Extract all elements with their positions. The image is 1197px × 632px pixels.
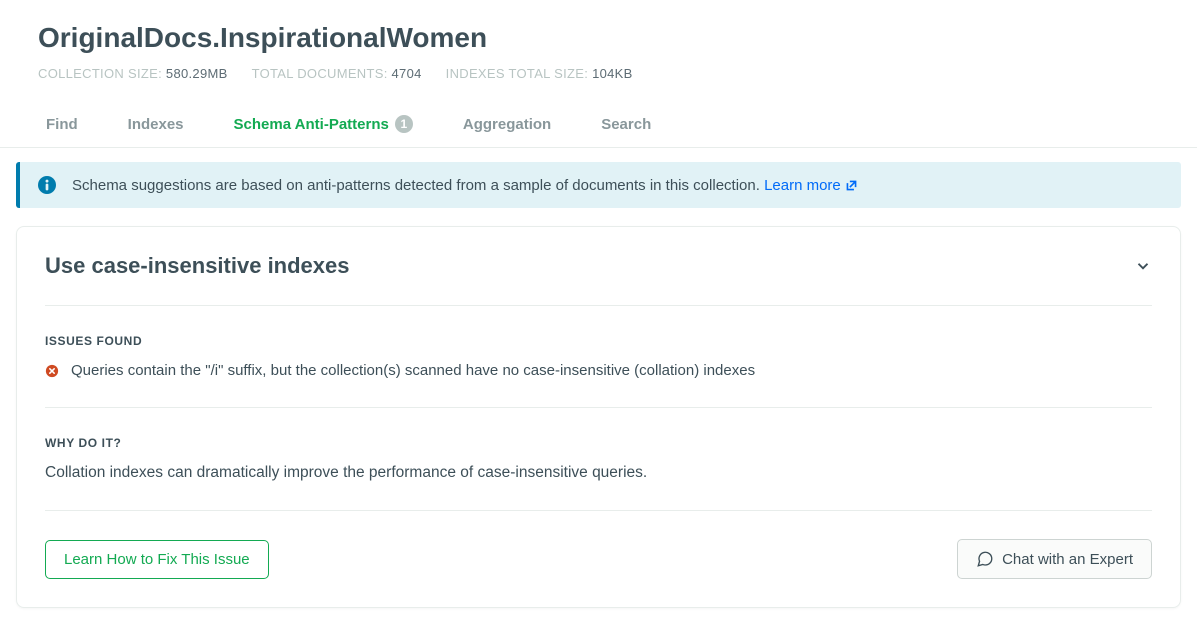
anti-pattern-card: Use case-insensitive indexes ISSUES FOUN… (16, 226, 1181, 608)
tab-search[interactable]: Search (601, 107, 651, 147)
info-icon (38, 176, 56, 194)
issues-label: ISSUES FOUND (45, 334, 1152, 348)
chat-expert-button[interactable]: Chat with an Expert (957, 539, 1152, 579)
why-section: WHY DO IT? Collation indexes can dramati… (45, 407, 1152, 510)
info-banner: Schema suggestions are based on anti-pat… (16, 162, 1181, 208)
collection-title: OriginalDocs.InspirationalWomen (38, 22, 1159, 54)
why-text: Collation indexes can dramatically impro… (45, 464, 1152, 490)
stat-total-documents: TOTAL DOCUMENTS: 4704 (252, 66, 422, 81)
issues-section: ISSUES FOUND Queries contain the "/i" su… (45, 305, 1152, 407)
issue-item: Queries contain the "/i" suffix, but the… (45, 362, 1152, 387)
anti-pattern-count-badge: 1 (395, 115, 413, 133)
page-header: OriginalDocs.InspirationalWomen COLLECTI… (0, 0, 1197, 107)
info-banner-text: Schema suggestions are based on anti-pat… (72, 177, 858, 194)
error-icon (45, 364, 59, 378)
why-label: WHY DO IT? (45, 436, 1152, 450)
tab-schema-anti-patterns[interactable]: Schema Anti-Patterns 1 (234, 107, 413, 147)
external-link-icon (845, 179, 858, 192)
stat-indexes-size: INDEXES TOTAL SIZE: 104KB (446, 66, 633, 81)
collection-stats: COLLECTION SIZE: 580.29MB TOTAL DOCUMENT… (38, 66, 1159, 81)
stat-collection-size: COLLECTION SIZE: 580.29MB (38, 66, 228, 81)
card-actions: Learn How to Fix This Issue Chat with an… (45, 510, 1152, 579)
tab-aggregation[interactable]: Aggregation (463, 107, 551, 147)
chat-icon (976, 550, 994, 568)
learn-fix-button[interactable]: Learn How to Fix This Issue (45, 540, 269, 579)
chevron-down-icon (1134, 257, 1152, 275)
card-title: Use case-insensitive indexes (45, 253, 350, 279)
tab-find[interactable]: Find (46, 107, 78, 147)
learn-more-link[interactable]: Learn more (764, 177, 858, 194)
issue-text: Queries contain the "/i" suffix, but the… (71, 362, 755, 379)
tab-indexes[interactable]: Indexes (128, 107, 184, 147)
card-header-toggle[interactable]: Use case-insensitive indexes (17, 227, 1180, 305)
tab-bar: Find Indexes Schema Anti-Patterns 1 Aggr… (0, 107, 1197, 148)
card-body: ISSUES FOUND Queries contain the "/i" su… (17, 305, 1180, 607)
